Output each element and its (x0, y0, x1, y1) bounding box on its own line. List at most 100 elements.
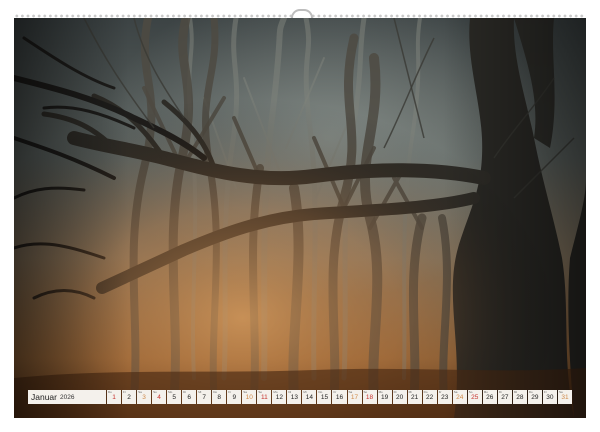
day-number: 20 (395, 393, 404, 401)
day-cell: Fr 9 (227, 390, 242, 404)
day-number: 3 (142, 393, 146, 401)
day-number: 10 (245, 393, 253, 401)
day-number: 14 (305, 393, 314, 401)
day-cell: Di 27 (497, 390, 512, 404)
day-number: 6 (187, 393, 191, 401)
day-number: 13 (290, 393, 298, 401)
day-cell: Do 29 (527, 390, 542, 404)
day-number: 9 (232, 393, 237, 401)
day-cell: Mi 14 (302, 390, 317, 404)
day-cell: So 25 (467, 390, 482, 404)
calendar-strip: Januar 2026 Do 1 Fr 2 Sa 3 So 4 Mo 5 Di 6 Mi 7 Do 8 Fr 9 S… (28, 390, 572, 404)
day-number: 21 (411, 393, 419, 401)
day-of-week: So (468, 390, 473, 394)
forest-photo (14, 18, 586, 418)
day-number: 25 (471, 393, 479, 401)
day-cell: So 11 (257, 390, 272, 404)
day-of-week: Mo (483, 390, 488, 394)
day-cell: Mi 21 (407, 390, 422, 404)
day-cell: Do 1 (107, 390, 122, 404)
day-cell: Mi 7 (197, 390, 212, 404)
day-of-week: So (258, 390, 262, 394)
day-number: 7 (202, 393, 207, 401)
day-of-week: Fr (333, 390, 337, 394)
day-number: 19 (380, 393, 389, 401)
day-of-week: Mi (408, 390, 412, 394)
day-cell: Di 20 (392, 390, 407, 404)
day-of-week: Mi (303, 390, 307, 394)
day-cell: Fr 2 (122, 390, 137, 404)
month-label: Januar 2026 (28, 390, 106, 404)
day-cell: Mi 28 (512, 390, 527, 404)
day-cell: Fr 16 (332, 390, 347, 404)
day-of-week: Sa (348, 390, 353, 394)
day-of-week: So (153, 390, 157, 394)
day-cell: Mo 5 (167, 390, 182, 404)
day-cell: Do 15 (317, 390, 332, 404)
forest-illustration (14, 18, 586, 418)
day-number: 29 (531, 393, 539, 401)
day-cell: So 18 (362, 390, 377, 404)
day-of-week: Do (318, 390, 323, 394)
day-cell: Fr 23 (437, 390, 452, 404)
day-of-week: Di (393, 390, 397, 394)
day-number: 17 (350, 393, 359, 401)
day-cell: Mo 19 (377, 390, 392, 404)
year-label: 2026 (60, 393, 75, 401)
day-of-week: Fr (543, 390, 547, 394)
day-of-week: Sa (558, 390, 563, 394)
day-cell: Sa 31 (557, 390, 572, 404)
day-number: 23 (441, 393, 449, 401)
month-name: Januar (31, 392, 57, 402)
day-number: 15 (320, 393, 329, 401)
day-number: 26 (486, 393, 494, 401)
day-of-week: Do (423, 390, 428, 394)
day-of-week: Do (213, 390, 218, 394)
day-of-week: Mo (378, 390, 383, 394)
day-cell: Sa 17 (347, 390, 362, 404)
day-number: 28 (516, 393, 524, 401)
day-of-week: Fr (123, 390, 126, 394)
day-cell: Do 8 (212, 390, 227, 404)
day-of-week: Do (528, 390, 533, 394)
day-cell: Fr 30 (542, 390, 557, 404)
day-number: 2 (127, 393, 131, 401)
day-cell: Mo 12 (272, 390, 287, 404)
day-number: 31 (561, 393, 569, 401)
day-of-week: Fr (438, 390, 442, 394)
day-number: 16 (335, 393, 344, 401)
day-number: 27 (501, 393, 509, 401)
day-number: 24 (456, 393, 464, 401)
day-cell: Di 13 (287, 390, 302, 404)
day-number: 18 (365, 393, 374, 401)
day-of-week: Di (288, 390, 292, 394)
day-of-week: Sa (453, 390, 458, 394)
day-number: 8 (217, 393, 222, 401)
day-number: 22 (426, 393, 434, 401)
day-of-week: Mo (273, 390, 278, 394)
day-number: 4 (157, 393, 161, 401)
day-of-week: So (363, 390, 368, 394)
day-of-week: Mo (168, 390, 173, 394)
day-number: 12 (275, 393, 283, 401)
day-of-week: Mi (198, 390, 202, 394)
day-of-week: Do (108, 390, 112, 394)
day-of-week: Fr (228, 390, 232, 394)
day-of-week: Mi (513, 390, 518, 394)
day-number: 11 (260, 393, 268, 401)
day-number: 1 (112, 393, 116, 401)
day-cell: Sa 3 (137, 390, 152, 404)
day-cells: Do 1 Fr 2 Sa 3 So 4 Mo 5 Di 6 Mi 7 Do 8 Fr 9 Sa 10 So 11 Mo 12 D… (107, 390, 572, 404)
day-of-week: Di (498, 390, 502, 394)
day-cell: Sa 24 (452, 390, 467, 404)
day-of-week: Sa (243, 390, 247, 394)
day-number: 5 (172, 393, 176, 401)
day-number: 30 (546, 393, 554, 401)
day-cell: Mo 26 (482, 390, 497, 404)
day-cell: So 4 (152, 390, 167, 404)
day-of-week: Sa (138, 390, 142, 394)
day-cell: Sa 10 (242, 390, 257, 404)
day-of-week: Di (183, 390, 186, 394)
day-cell: Do 22 (422, 390, 437, 404)
day-cell: Di 6 (182, 390, 197, 404)
